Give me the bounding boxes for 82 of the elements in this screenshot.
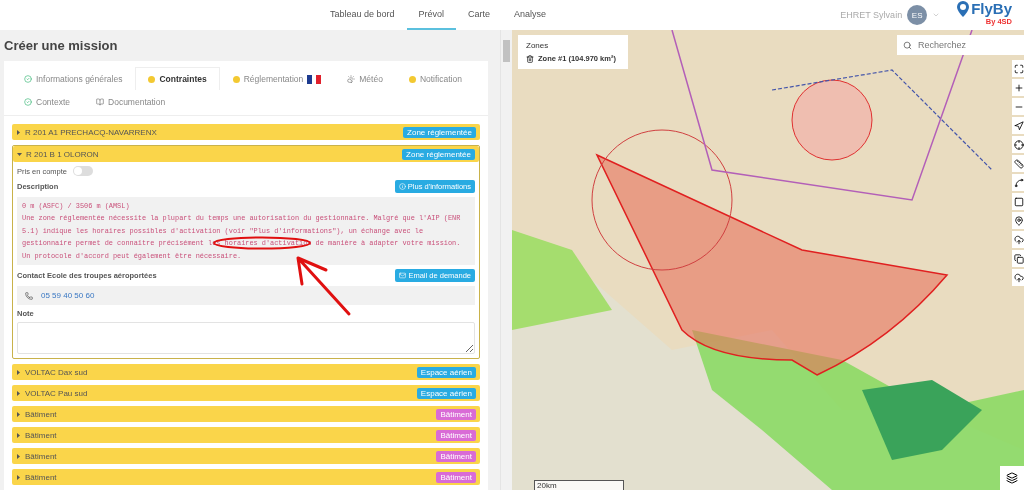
type-tag: Bâtiment [436, 450, 476, 462]
user-avatar[interactable]: ES [907, 5, 928, 25]
info-icon [398, 183, 406, 190]
map-pin-icon [1014, 215, 1024, 226]
constraint-title: Bâtiment [25, 409, 58, 419]
status-dot-icon [408, 75, 416, 83]
panel-title: Zones [526, 41, 550, 50]
accordion-header[interactable]: Bâtiment Bâtiment [12, 469, 480, 486]
accordion-header[interactable]: R 201 A1 PRECHACQ-NAVARRENX Zone réglementée [12, 124, 480, 140]
constraint-title: VOLTAC Pau sud [25, 388, 89, 398]
logo-name: FlyBy [971, 0, 1012, 17]
type-tag: Zone réglementée [403, 126, 476, 138]
zoom-in-icon [1014, 82, 1024, 93]
constraint-title: VOLTAC Dax sud [25, 367, 89, 377]
locate-icon [1014, 139, 1024, 150]
status-dot-icon [232, 75, 240, 83]
accordion-header[interactable]: Bâtiment Bâtiment [12, 406, 480, 423]
copy-icon [1014, 253, 1024, 264]
toggle-switch[interactable] [73, 166, 94, 176]
accordion-header[interactable]: Bâtiment Bâtiment [12, 448, 480, 465]
search-icon [903, 40, 912, 50]
type-tag: Bâtiment [436, 471, 476, 483]
map-tool-button[interactable] [1012, 193, 1024, 210]
caret-right-icon [16, 129, 21, 135]
type-tag: Bâtiment [436, 408, 476, 420]
map-tool-button[interactable] [1012, 174, 1024, 191]
page-title: Créer une mission [4, 38, 119, 53]
check-circle-icon [24, 75, 32, 83]
map-tool-button[interactable] [1012, 155, 1024, 172]
constraint-title: Bâtiment [25, 430, 58, 440]
map-tool-button[interactable] [1012, 250, 1024, 267]
map-tool-button[interactable] [1012, 269, 1024, 286]
accordion-header[interactable]: VOLTAC Pau sud Espace aérien [12, 385, 480, 402]
accordion-header[interactable]: R 201 B 1 OLORON Zone réglementée [13, 146, 479, 162]
constraint-title: Bâtiment [25, 472, 58, 482]
mail-icon [399, 272, 407, 280]
status-dot-icon [148, 75, 156, 83]
fullscreen-icon [1014, 63, 1024, 74]
compass-icon [1014, 120, 1024, 131]
type-tag: Zone réglementée [402, 148, 475, 160]
phone-link[interactable]: 05 59 40 50 60 [41, 291, 95, 301]
type-tag: Espace aérien [416, 366, 476, 378]
map-tool-button[interactable] [1012, 60, 1024, 77]
map-tool-button[interactable] [1012, 231, 1024, 248]
nav-tab[interactable]: Tableau de bord [318, 0, 407, 30]
scrollbar[interactable] [500, 30, 512, 490]
search-bar[interactable]: Recherchez [897, 35, 1024, 55]
caret-right-icon [16, 432, 21, 438]
layers-icon [1006, 472, 1018, 484]
map-tool-button[interactable] [1012, 212, 1024, 229]
note-field[interactable] [17, 322, 475, 355]
type-tag: Espace aérien [416, 387, 476, 399]
type-tag: Bâtiment [436, 429, 476, 441]
square-icon [1014, 196, 1024, 207]
scale-label: 20km [536, 481, 557, 490]
map-tool-button[interactable] [1012, 117, 1024, 134]
accordion-header[interactable]: Bâtiment Bâtiment [12, 427, 480, 444]
line-icon [1014, 177, 1024, 188]
cloud-upload-icon [1014, 272, 1024, 283]
constraint-title: R 201 B 1 OLORON [26, 149, 100, 159]
constraint-title: Bâtiment [25, 451, 58, 461]
book-icon [96, 98, 105, 106]
caret-right-icon [16, 411, 21, 417]
accordion-header[interactable]: VOLTAC Dax sud Espace aérien [12, 364, 480, 381]
caret-down-icon [17, 151, 22, 157]
form-tab[interactable]: Contraintes [135, 67, 220, 90]
phone-icon [25, 291, 33, 300]
caret-right-icon [16, 390, 21, 396]
user-name: EHRET Sylvain [840, 10, 903, 20]
trash-icon[interactable] [526, 54, 534, 63]
nav-tab[interactable]: Analyse [502, 0, 559, 30]
map-tool-button[interactable] [1012, 136, 1024, 153]
check-circle-icon [24, 98, 32, 106]
constraint-title: R 201 A1 PRECHACQ-NAVARRENX [25, 127, 158, 137]
nav-tab[interactable]: Carte [456, 0, 503, 30]
ruler-icon [1014, 158, 1024, 169]
cloud-upload-icon [1014, 234, 1024, 245]
cloud-icon [347, 75, 356, 83]
layers-button[interactable] [1000, 466, 1024, 490]
caret-right-icon [16, 474, 21, 480]
caret-right-icon [16, 369, 21, 375]
caret-right-icon [16, 453, 21, 459]
